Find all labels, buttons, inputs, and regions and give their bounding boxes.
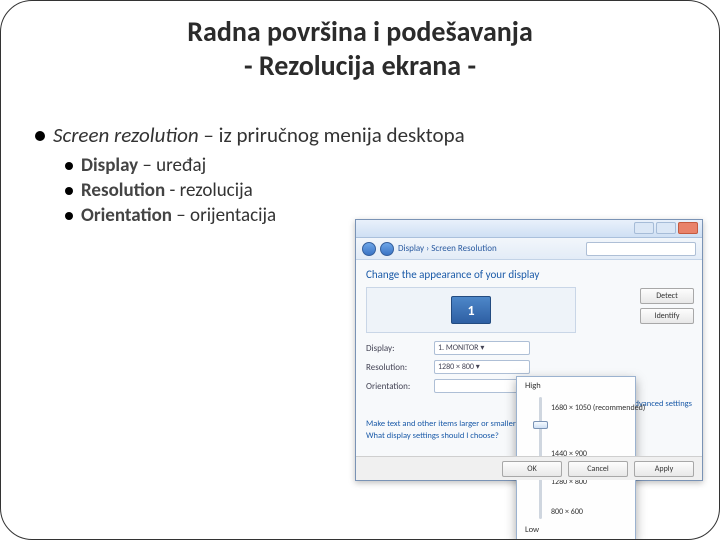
slider-option-recommended: 1680 × 1050 (recommended) <box>551 403 645 413</box>
cancel-button: Cancel <box>568 461 628 477</box>
sub-bullet-display: Display – uređaj <box>65 154 691 177</box>
monitor-icon: 1 <box>451 296 491 324</box>
slider-high-label: High <box>525 381 541 391</box>
minimize-icon <box>634 222 654 234</box>
orientation-label: Orientation: <box>366 381 428 392</box>
sub-rest: – orijentacija <box>172 204 276 227</box>
bullet-dot-icon <box>65 187 73 195</box>
detect-button: Detect <box>640 288 694 304</box>
window-toolbar: Display › Screen Resolution <box>356 238 702 260</box>
sub-bullet-list: Display – uređaj Resolution - rezolucija… <box>65 154 691 227</box>
monitor-preview: 1 <box>366 287 576 333</box>
main-bullet-rest: – iz priručnog menija desktopa <box>199 122 465 148</box>
window-titlebar <box>356 220 702 238</box>
display-value: 1. MONITOR ▾ <box>434 341 530 355</box>
forward-icon <box>380 242 394 256</box>
breadcrumb: Display › Screen Resolution <box>398 243 497 254</box>
main-bullet: Screen rezolution – iz priručnog menija … <box>35 122 691 148</box>
display-label: Display: <box>366 343 428 354</box>
bullet-dot-icon <box>65 212 73 220</box>
window-footer: OK Cancel Apply <box>356 456 702 480</box>
title-line-2: - Rezolucija ekrana - <box>244 48 476 83</box>
field-display: Display: 1. MONITOR ▾ <box>366 341 692 355</box>
sub-term: Display <box>81 154 138 177</box>
screen-resolution-window: Display › Screen Resolution Change the a… <box>355 219 703 481</box>
ok-button: OK <box>502 461 562 477</box>
title-line-1: Radna površina i podešavanja <box>187 14 533 49</box>
slide-frame: Radna površina i podešavanja - Rezolucij… <box>0 0 720 540</box>
identify-button: Identify <box>640 308 694 324</box>
slider-low-label: Low <box>525 525 539 535</box>
window-body: Change the appearance of your display 1 … <box>356 260 702 449</box>
resolution-label: Resolution: <box>366 362 428 373</box>
slider-option-800: 800 × 600 <box>551 507 583 517</box>
close-icon <box>678 222 698 234</box>
monitor-number: 1 <box>467 302 474 319</box>
window-heading: Change the appearance of your display <box>366 268 692 281</box>
sub-bullet-resolution: Resolution - rezolucija <box>65 179 691 202</box>
main-bullet-italic: Screen rezolution <box>53 122 199 148</box>
resolution-value: 1280 × 800 ▾ <box>434 360 530 374</box>
sub-rest: - rezolucija <box>165 179 253 202</box>
sub-rest: – uređaj <box>138 154 206 177</box>
right-buttons: Detect Identify <box>640 288 694 324</box>
window-controls <box>634 222 698 234</box>
field-resolution: Resolution: 1280 × 800 ▾ <box>366 360 692 374</box>
slide-title: Radna površina i podešavanja - Rezolucij… <box>29 15 691 82</box>
apply-button: Apply <box>634 461 694 477</box>
search-input <box>586 242 696 256</box>
sub-term: Resolution <box>81 179 165 202</box>
slider-thumb-icon <box>533 421 548 429</box>
maximize-icon <box>656 222 676 234</box>
bullet-dot-icon <box>65 162 73 170</box>
main-bullet-text: Screen rezolution – iz priručnog menija … <box>53 122 465 148</box>
slide-content: Screen rezolution – iz priručnog menija … <box>29 122 691 227</box>
bullet-dot-icon <box>35 131 45 141</box>
sub-term: Orientation <box>81 204 172 227</box>
back-icon <box>362 242 376 256</box>
